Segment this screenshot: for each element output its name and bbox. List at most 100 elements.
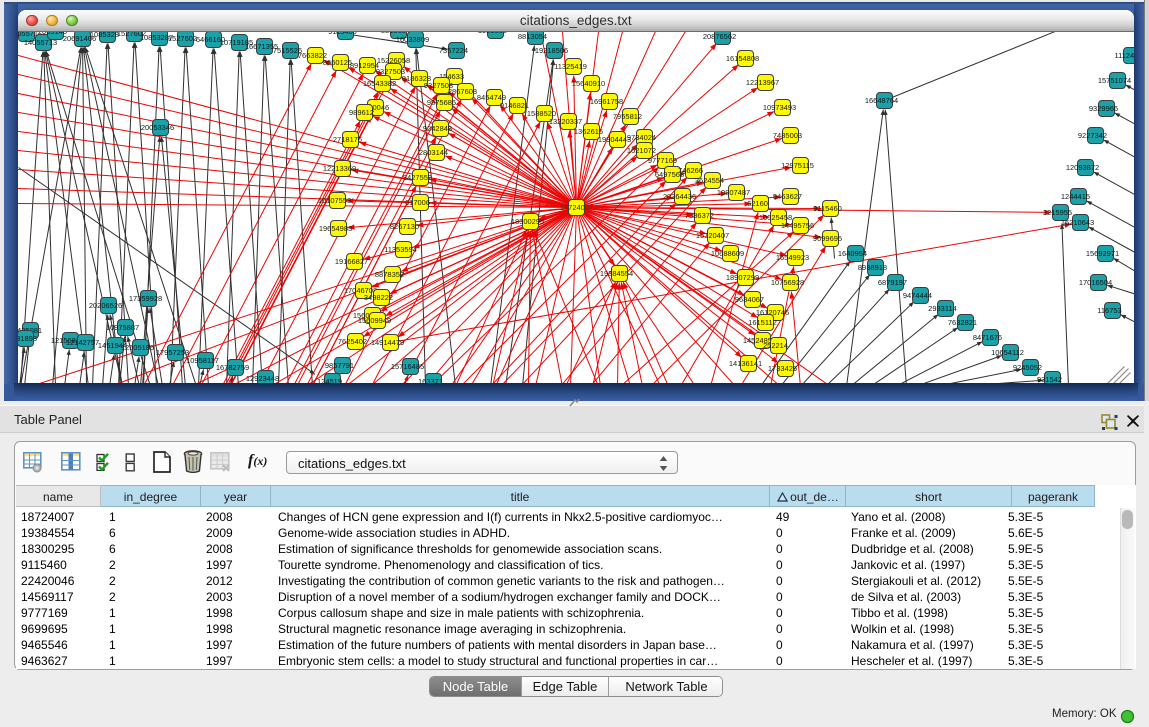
svg-text:9777169: 9777169 xyxy=(647,156,676,165)
svg-text:9857791: 9857791 xyxy=(324,361,353,370)
svg-text:1733426: 1733426 xyxy=(767,364,796,373)
svg-text:3215955: 3215955 xyxy=(1042,208,1071,217)
svg-text:12975115: 12975115 xyxy=(781,161,814,170)
svg-text:16782759: 16782759 xyxy=(215,363,248,372)
svg-text:7386372: 7386372 xyxy=(684,211,713,220)
svg-text:16033809: 16033809 xyxy=(395,35,428,44)
svg-text:7625402: 7625402 xyxy=(337,337,366,346)
svg-text:8938918: 8938918 xyxy=(857,263,886,272)
svg-text:3624554: 3624554 xyxy=(694,176,723,185)
svg-text:16543382: 16543382 xyxy=(362,79,395,88)
svg-text:13220337: 13220337 xyxy=(548,117,581,126)
svg-text:12505185: 12505185 xyxy=(120,343,153,352)
svg-text:3498222: 3498222 xyxy=(363,293,392,302)
svg-text:9734024: 9734024 xyxy=(626,133,655,142)
svg-text:8471676: 8471676 xyxy=(972,333,1001,342)
svg-text:1244415: 1244415 xyxy=(1060,192,1089,201)
svg-text:10975887: 10975887 xyxy=(105,323,138,332)
svg-text:2933114: 2933114 xyxy=(928,304,957,313)
svg-text:1391893: 1391893 xyxy=(18,334,37,343)
svg-text:1085328: 1085328 xyxy=(89,32,118,39)
svg-text:2803144: 2803144 xyxy=(418,148,447,157)
svg-text:20206526: 20206526 xyxy=(88,301,121,310)
svg-text:10756928: 10756928 xyxy=(770,278,803,287)
svg-text:18300295: 18300295 xyxy=(510,217,543,226)
svg-text:9699695: 9699695 xyxy=(812,234,841,243)
svg-text:9115460: 9115460 xyxy=(813,204,842,213)
svg-text:12923448: 12923448 xyxy=(245,374,278,383)
svg-text:18907299: 18907299 xyxy=(725,273,758,282)
svg-text:11325419: 11325419 xyxy=(554,62,587,71)
svg-text:10807487: 10807487 xyxy=(716,188,749,197)
svg-text:9875685: 9875685 xyxy=(426,98,455,107)
svg-text:20876562: 20876562 xyxy=(702,32,735,41)
svg-text:19654983: 19654983 xyxy=(318,224,351,233)
svg-text:116753: 116753 xyxy=(1097,306,1121,315)
svg-text:989612: 989612 xyxy=(348,108,373,117)
svg-text:10654112: 10654112 xyxy=(991,348,1024,357)
svg-text:19166827: 19166827 xyxy=(334,257,367,266)
svg-text:7632821: 7632821 xyxy=(947,318,976,327)
svg-text:62160: 62160 xyxy=(747,199,768,208)
svg-text:19218506: 19218506 xyxy=(534,46,567,55)
svg-text:16549923: 16549923 xyxy=(775,253,808,262)
svg-text:19384554: 19384554 xyxy=(599,269,632,278)
svg-text:14495756: 14495756 xyxy=(780,221,813,230)
svg-text:1640954: 1640954 xyxy=(837,249,866,258)
svg-text:15751074: 15751074 xyxy=(1097,76,1130,85)
svg-text:9327503: 9327503 xyxy=(375,67,404,76)
svg-text:10688609: 10688609 xyxy=(710,249,743,258)
svg-text:2718176: 2718176 xyxy=(332,135,361,144)
svg-text:10107553: 10107553 xyxy=(317,196,350,205)
svg-text:8660125: 8660125 xyxy=(322,58,351,67)
svg-text:9227342: 9227342 xyxy=(1077,131,1106,140)
svg-text:20053346: 20053346 xyxy=(140,123,173,132)
svg-text:8912954: 8912954 xyxy=(349,61,378,70)
svg-text:9245052: 9245052 xyxy=(1012,363,1041,372)
svg-text:163371: 163371 xyxy=(417,377,442,384)
svg-text:9474444: 9474444 xyxy=(902,291,931,300)
svg-text:17957253: 17957253 xyxy=(155,348,188,357)
svg-text:8267130: 8267130 xyxy=(389,222,418,231)
svg-text:746266: 746266 xyxy=(677,166,702,175)
svg-text:15692971: 15692971 xyxy=(1085,249,1118,258)
svg-text:12213967: 12213967 xyxy=(745,78,778,87)
svg-text:1112490: 1112490 xyxy=(1114,51,1134,60)
svg-text:14136141: 14136141 xyxy=(728,359,761,368)
svg-text:8813054: 8813054 xyxy=(517,32,546,41)
svg-text:16210643: 16210643 xyxy=(1060,218,1093,227)
svg-text:11353594: 11353594 xyxy=(384,245,417,254)
svg-text:16648764: 16648764 xyxy=(864,96,897,105)
svg-text:8427552: 8427552 xyxy=(402,173,431,182)
svg-text:15720407: 15720407 xyxy=(695,231,728,240)
svg-text:9463627: 9463627 xyxy=(772,192,801,201)
svg-text:1527602: 1527602 xyxy=(167,34,196,43)
svg-text:18724007: 18724007 xyxy=(559,203,592,212)
svg-text:7955812: 7955812 xyxy=(612,112,641,121)
svg-text:15716485: 15716485 xyxy=(390,362,423,371)
svg-text:9115460: 9115460 xyxy=(328,32,357,36)
svg-text:1621072: 1621072 xyxy=(626,146,655,155)
svg-text:17359928: 17359928 xyxy=(128,294,161,303)
svg-text:7485003: 7485003 xyxy=(772,131,801,140)
svg-text:14914479: 14914479 xyxy=(370,338,403,347)
svg-text:2867608: 2867608 xyxy=(447,87,476,96)
svg-text:16961758: 16961758 xyxy=(589,97,622,106)
svg-text:6879197: 6879197 xyxy=(877,278,906,287)
svg-text:16154808: 16154808 xyxy=(725,54,758,63)
svg-text:617006: 617006 xyxy=(404,198,429,207)
svg-text:7357224: 7357224 xyxy=(438,46,467,55)
svg-text:12213369: 12213369 xyxy=(322,164,355,173)
svg-text:1921850: 1921850 xyxy=(477,32,506,35)
svg-text:20364436: 20364436 xyxy=(662,192,695,201)
svg-text:124519: 124519 xyxy=(316,377,341,384)
svg-text:10973493: 10973493 xyxy=(762,103,795,112)
svg-text:9684067: 9684067 xyxy=(734,295,763,304)
svg-text:10958117: 10958117 xyxy=(186,356,219,365)
svg-text:931542: 931542 xyxy=(1036,375,1061,384)
svg-text:8878352: 8878352 xyxy=(374,270,403,279)
svg-text:15640910: 15640910 xyxy=(571,79,604,88)
svg-text:9329966: 9329966 xyxy=(1088,104,1117,113)
svg-text:1615112: 1615112 xyxy=(748,318,777,327)
svg-text:9146821: 9146821 xyxy=(499,101,528,110)
